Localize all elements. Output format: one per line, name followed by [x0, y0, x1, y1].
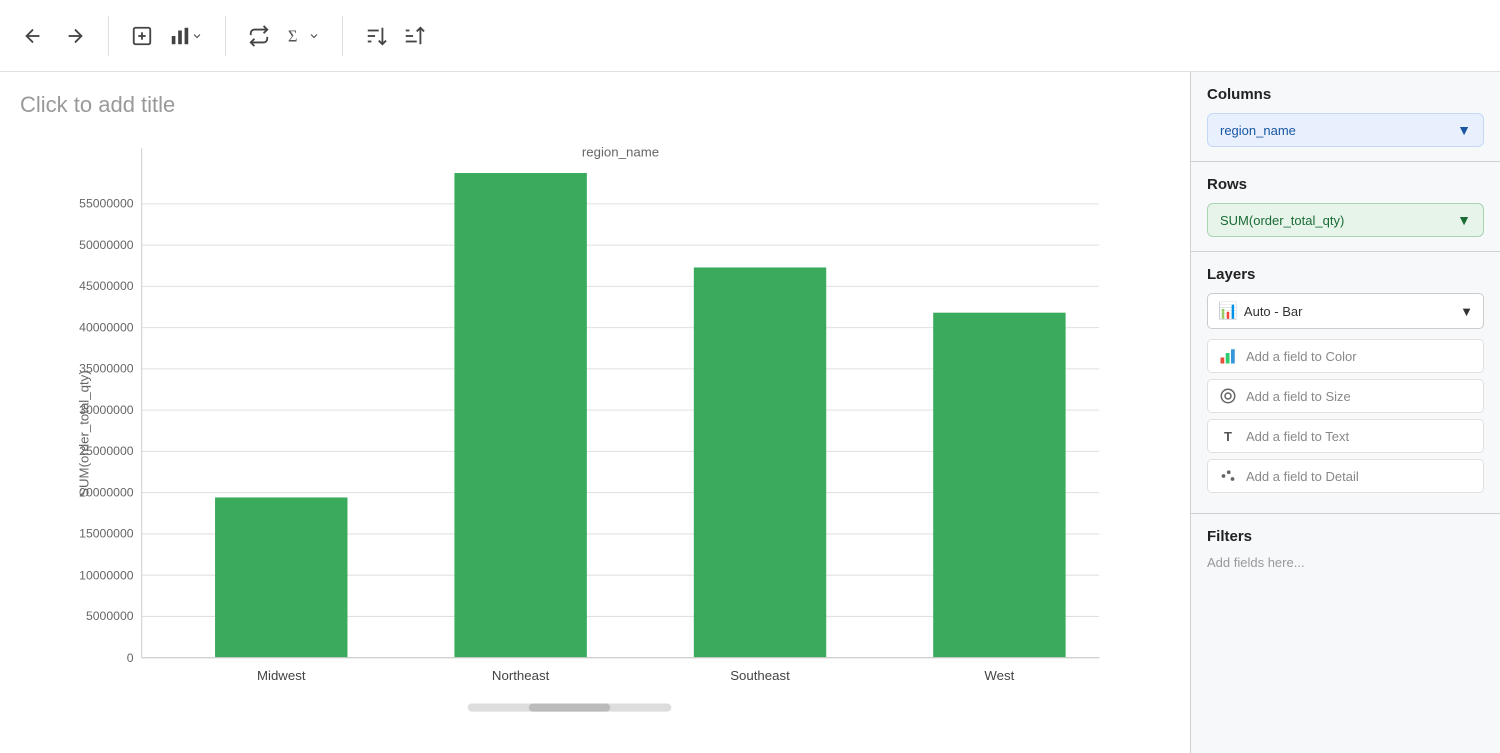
chart-area: Click to add title SUM(order_total_qty) …	[0, 72, 1190, 753]
toolbar-group-swap: Σ	[242, 19, 326, 53]
svg-text:25000000: 25000000	[79, 444, 134, 458]
layers-chart-icon: 📊	[1218, 301, 1238, 321]
svg-text:20000000: 20000000	[79, 486, 134, 500]
sort-desc-button[interactable]	[397, 19, 431, 53]
svg-text:5000000: 5000000	[86, 609, 134, 623]
main-layout: Click to add title SUM(order_total_qty) …	[0, 72, 1500, 753]
detail-field-label: Add a field to Detail	[1246, 469, 1359, 484]
aggregate-button[interactable]: Σ	[280, 19, 326, 53]
bar-west[interactable]	[933, 313, 1065, 658]
columns-dropdown-arrow: ▼	[1457, 122, 1471, 138]
bar-northeast[interactable]	[454, 173, 586, 658]
toolbar-group-sort	[359, 19, 431, 53]
color-icon	[1218, 346, 1238, 366]
size-field-label: Add a field to Size	[1246, 389, 1351, 404]
svg-text:15000000: 15000000	[79, 526, 134, 540]
svg-text:0: 0	[127, 651, 134, 665]
rows-dropdown-arrow: ▼	[1457, 212, 1471, 228]
svg-text:50000000: 50000000	[79, 238, 134, 252]
svg-text:Σ: Σ	[288, 26, 298, 45]
label-midwest: Midwest	[257, 668, 306, 683]
svg-text:40000000: 40000000	[79, 321, 134, 335]
columns-title: Columns	[1207, 86, 1484, 103]
size-icon-svg	[1219, 387, 1237, 405]
detail-icon	[1218, 466, 1238, 486]
filters-placeholder: Add fields here...	[1207, 555, 1484, 570]
sort-asc-button[interactable]	[359, 19, 393, 53]
text-icon: T	[1218, 426, 1238, 446]
size-field-row[interactable]: Add a field to Size	[1207, 379, 1484, 413]
svg-text:55000000: 55000000	[79, 196, 134, 210]
layers-title: Layers	[1207, 266, 1484, 283]
filters-title: Filters	[1207, 528, 1484, 545]
rows-section: Rows SUM(order_total_qty) ▼	[1191, 162, 1500, 252]
chart-svg: SUM(order_total_qty) 0 5000000 10000000 …	[20, 128, 1170, 729]
layers-dropdown-arrow: ▼	[1460, 304, 1473, 319]
size-icon	[1218, 386, 1238, 406]
columns-section: Columns region_name ▼	[1191, 72, 1500, 162]
color-icon-svg	[1219, 347, 1237, 365]
forward-button[interactable]	[58, 19, 92, 53]
columns-field-value: region_name	[1220, 123, 1296, 138]
rows-field-value: SUM(order_total_qty)	[1220, 213, 1344, 228]
x-axis-label: region_name	[582, 145, 659, 160]
toolbar-separator-2	[225, 16, 226, 56]
detail-field-row[interactable]: Add a field to Detail	[1207, 459, 1484, 493]
label-west: West	[984, 668, 1014, 683]
text-field-row[interactable]: T Add a field to Text	[1207, 419, 1484, 453]
detail-icon-svg	[1219, 467, 1237, 485]
chart-type-button[interactable]	[163, 19, 209, 53]
y-axis-label: SUM(order_total_qty)	[77, 370, 92, 497]
chart-title[interactable]: Click to add title	[20, 92, 1170, 118]
toolbar-separator-1	[108, 16, 109, 56]
layers-type-value: Auto - Bar	[1244, 304, 1303, 319]
bar-midwest[interactable]	[215, 497, 347, 657]
toolbar-separator-3	[342, 16, 343, 56]
color-field-label: Add a field to Color	[1246, 349, 1357, 364]
toolbar-group-add	[125, 19, 209, 53]
svg-text:10000000: 10000000	[79, 568, 134, 582]
layers-section: Layers 📊 Auto - Bar ▼ Add a field to	[1191, 252, 1500, 514]
label-northeast: Northeast	[492, 668, 550, 683]
bar-southeast[interactable]	[694, 267, 826, 657]
right-panel: Columns region_name ▼ Rows SUM(order_tot…	[1190, 72, 1500, 753]
rows-field-dropdown[interactable]: SUM(order_total_qty) ▼	[1207, 203, 1484, 237]
svg-text:35000000: 35000000	[79, 361, 134, 375]
rows-title: Rows	[1207, 176, 1484, 193]
add-sheet-button[interactable]	[125, 19, 159, 53]
svg-text:45000000: 45000000	[79, 279, 134, 293]
toolbar: Σ	[0, 0, 1500, 72]
filters-section: Filters Add fields here...	[1191, 514, 1500, 584]
text-field-label: Add a field to Text	[1246, 429, 1349, 444]
swap-button[interactable]	[242, 19, 276, 53]
layers-type-dropdown[interactable]: 📊 Auto - Bar ▼	[1207, 293, 1484, 329]
color-field-row[interactable]: Add a field to Color	[1207, 339, 1484, 373]
columns-field-dropdown[interactable]: region_name ▼	[1207, 113, 1484, 147]
chart-container: SUM(order_total_qty) 0 5000000 10000000 …	[20, 128, 1170, 729]
back-button[interactable]	[16, 19, 50, 53]
svg-text:30000000: 30000000	[79, 403, 134, 417]
label-southeast: Southeast	[730, 668, 790, 683]
